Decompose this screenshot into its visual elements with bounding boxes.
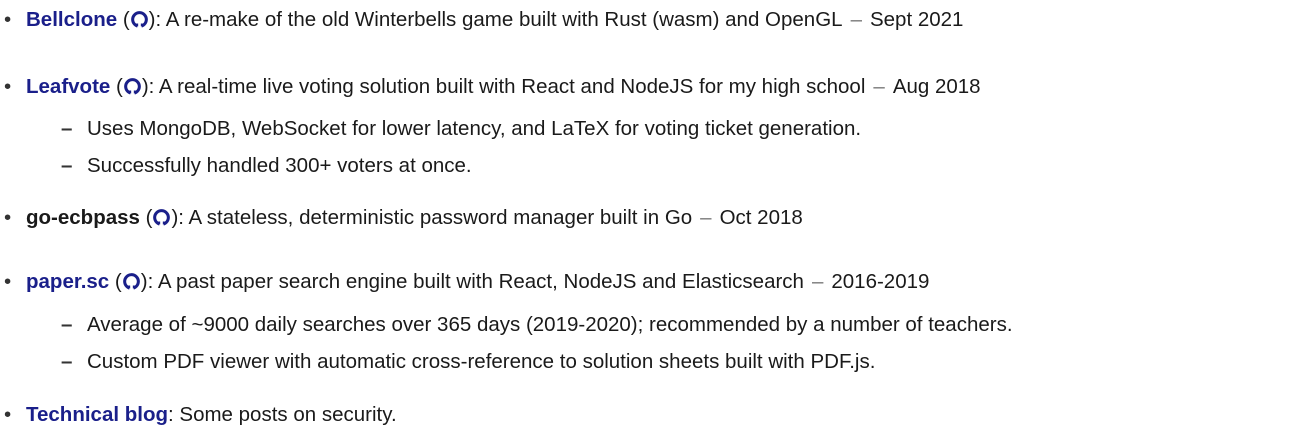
bullet: • [4, 75, 12, 98]
project-title-link[interactable]: paper.sc [26, 270, 109, 293]
github-link[interactable] [152, 206, 171, 229]
project-item-go-ecbpass: • go-ecbpass (): A stateless, determinist… [0, 206, 803, 231]
bullet: • [4, 206, 12, 229]
github-icon [122, 273, 140, 291]
project-title-link[interactable]: Leafvote [26, 75, 110, 98]
github-link[interactable] [122, 270, 141, 293]
project-detail-text: Average of ~9000 daily searches over 365… [87, 313, 1013, 336]
detail-dash: – [61, 350, 73, 373]
open-paren: ( [116, 75, 123, 98]
github-icon [130, 11, 148, 29]
open-paren: ( [114, 270, 122, 293]
project-date: Oct 2018 [719, 206, 803, 229]
project-item-technical-blog: • Technical blog: Some posts on security. [0, 403, 397, 428]
project-detail-item: – Average of ~9000 daily searches over 36… [61, 313, 1013, 338]
github-link[interactable] [123, 75, 142, 98]
project-description: : A re-make of the old Winterbells game … [155, 8, 843, 31]
close-paren: ) [148, 8, 156, 31]
detail-dash: – [61, 154, 73, 177]
project-description: : A past paper search engine built with … [147, 270, 804, 293]
project-description: : Some posts on security. [168, 403, 397, 426]
project-title-link[interactable]: Bellclone [26, 8, 117, 31]
project-detail-item: – Uses MongoDB, WebSocket for lower laten… [61, 117, 861, 142]
project-detail-item: – Custom PDF viewer with automatic cross-… [61, 350, 875, 375]
date-separator: – [850, 8, 862, 31]
project-date: 2016-2019 [831, 270, 930, 293]
date-separator: – [873, 75, 885, 98]
project-title: go-ecbpass [26, 206, 140, 229]
close-paren: ) [141, 75, 149, 98]
project-description: : A stateless, deterministic password ma… [178, 206, 693, 229]
project-description: : A real-time live voting solution built… [148, 75, 866, 98]
project-date: Aug 2018 [892, 75, 981, 98]
project-item-leafvote: • Leafvote (): A real-time live voting so… [0, 75, 981, 100]
github-link[interactable] [130, 8, 149, 31]
close-paren: ) [140, 270, 148, 293]
detail-dash: – [61, 117, 73, 140]
blog-link[interactable]: Technical blog [26, 403, 168, 426]
project-detail-text: Custom PDF viewer with automatic cross-r… [87, 350, 876, 373]
project-date: Sept 2021 [869, 8, 964, 31]
github-icon [123, 78, 141, 96]
detail-dash: – [61, 313, 73, 336]
bullet: • [4, 270, 12, 293]
bullet: • [4, 8, 12, 31]
project-detail-text: Uses MongoDB, WebSocket for lower latenc… [87, 117, 862, 140]
project-item-paper-sc: • paper.sc (): A past paper search engine… [0, 270, 929, 295]
project-detail-text: Successfully handled 300+ voters at once… [87, 154, 472, 177]
github-icon [153, 209, 171, 227]
bullet: • [4, 403, 12, 426]
date-separator: – [700, 206, 712, 229]
date-separator: – [811, 270, 824, 293]
open-paren: ( [122, 8, 130, 31]
project-item-bellclone: • Bellclone (): A re-make of the old Wint… [0, 8, 963, 33]
project-detail-item: – Successfully handled 300+ voters at onc… [61, 154, 472, 179]
